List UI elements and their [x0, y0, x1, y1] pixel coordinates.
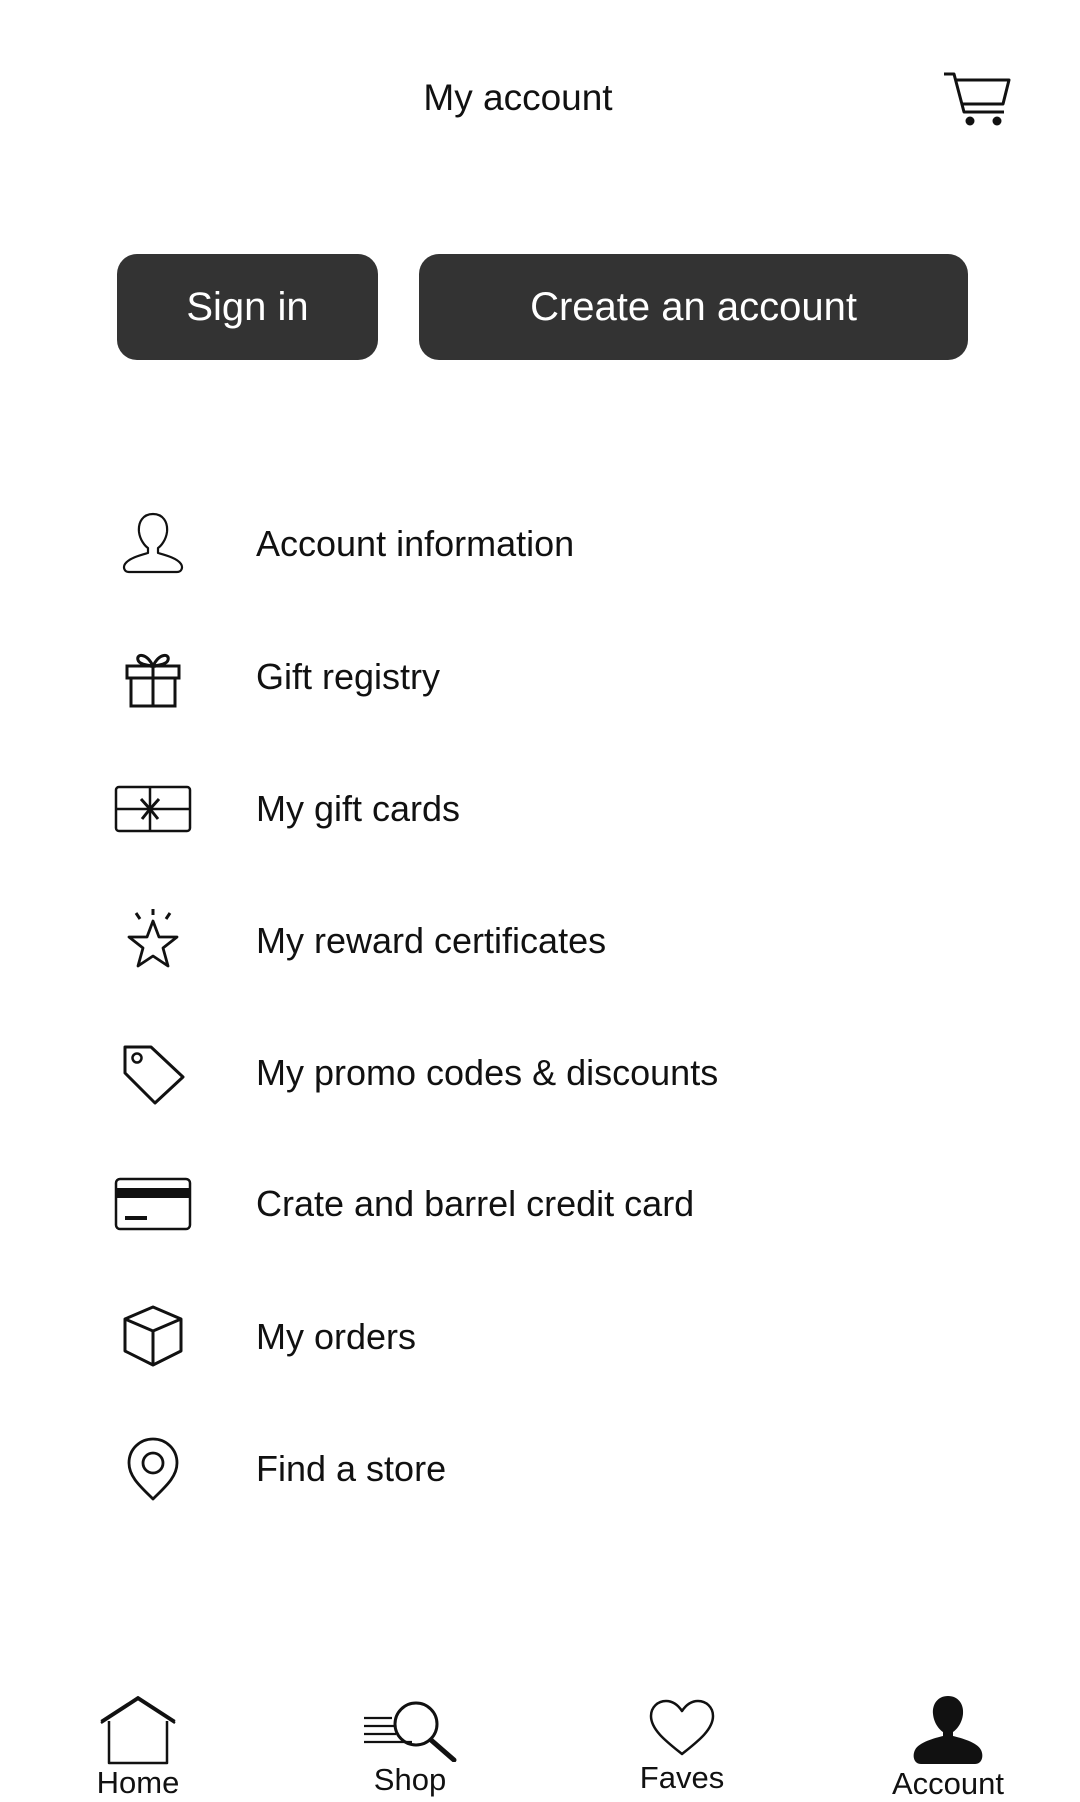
menu-item-my-orders[interactable]: My orders — [110, 1292, 970, 1382]
cart-button[interactable] — [942, 70, 1012, 128]
menu-item-label: Find a store — [256, 1448, 447, 1489]
menu-item-label: My reward certificates — [256, 920, 607, 961]
gift-card-icon — [110, 766, 196, 852]
menu-item-label: My promo codes & discounts — [256, 1052, 719, 1093]
sign-in-button[interactable]: Sign in — [117, 254, 378, 360]
menu-item-credit-card[interactable]: Crate and barrel credit card — [110, 1159, 970, 1249]
nav-label: Shop — [373, 1762, 447, 1797]
star-icon — [110, 898, 196, 984]
menu-item-my-reward-certificates[interactable]: My reward certificates — [110, 896, 970, 986]
menu-item-label: My gift cards — [256, 788, 461, 829]
bottom-nav: Home Shop Faves Account — [0, 1680, 1080, 1801]
menu-item-my-gift-cards[interactable]: My gift cards — [110, 764, 970, 854]
menu-item-my-promo-codes[interactable]: My promo codes & discounts — [110, 1028, 970, 1118]
user-icon — [110, 501, 196, 587]
tag-icon — [110, 1030, 196, 1116]
heart-icon — [649, 1699, 715, 1756]
nav-label: Faves — [639, 1760, 725, 1795]
location-pin-icon — [110, 1426, 196, 1512]
cart-icon — [944, 72, 1011, 126]
account-icon — [913, 1696, 983, 1764]
credit-card-icon — [110, 1161, 196, 1247]
nav-home[interactable]: Home — [48, 1680, 228, 1800]
gift-icon — [110, 634, 196, 720]
search-icon — [364, 1701, 457, 1762]
nav-shop[interactable]: Shop — [320, 1680, 500, 1800]
menu-item-find-a-store[interactable]: Find a store — [110, 1424, 970, 1514]
box-icon — [110, 1294, 196, 1380]
nav-label: Account — [891, 1766, 1004, 1801]
nav-account[interactable]: Account — [858, 1680, 1038, 1801]
page-title: My account — [423, 77, 613, 118]
menu-item-label: Gift registry — [256, 656, 441, 697]
menu-item-label: Account information — [256, 523, 575, 564]
create-account-button[interactable]: Create an account — [419, 254, 968, 360]
menu-item-label: My orders — [256, 1316, 417, 1357]
menu-item-gift-registry[interactable]: Gift registry — [110, 632, 970, 722]
home-icon — [100, 1696, 176, 1765]
menu-item-account-information[interactable]: Account information — [110, 499, 970, 589]
menu-item-label: Crate and barrel credit card — [256, 1183, 695, 1224]
nav-faves[interactable]: Faves — [592, 1680, 772, 1800]
nav-label: Home — [96, 1765, 180, 1800]
